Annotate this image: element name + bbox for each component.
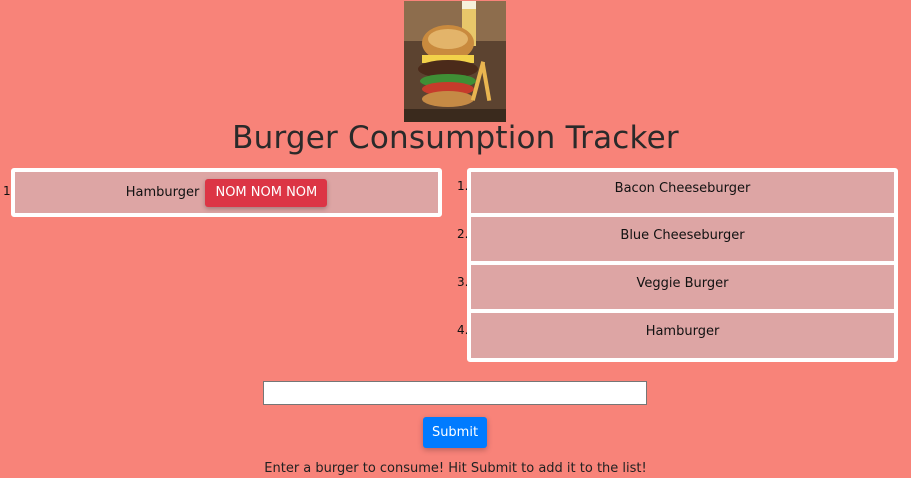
- burger-photo: [404, 1, 506, 122]
- burger-name: Bacon Cheeseburger: [614, 181, 751, 196]
- list-item: Veggie Burger: [471, 265, 894, 309]
- devour-button[interactable]: NOM NOM NOM: [205, 178, 328, 207]
- page-title: Burger Consumption Tracker: [232, 120, 679, 156]
- burger-name: Hamburger: [125, 185, 200, 200]
- help-text: Enter a burger to consume! Hit Submit to…: [264, 461, 647, 476]
- burger-name: Veggie Burger: [636, 276, 729, 291]
- list-item: Hamburger: [471, 313, 894, 358]
- submit-button[interactable]: Submit: [423, 417, 487, 448]
- list-item: Bacon Cheeseburger: [471, 172, 894, 213]
- uneaten-burger-list: Hamburger NOM NOM NOM: [11, 168, 442, 217]
- list-item: Blue Cheeseburger: [471, 217, 894, 261]
- burger-name: Hamburger: [645, 324, 720, 339]
- burger-name-input[interactable]: [263, 381, 647, 405]
- burger-name: Blue Cheeseburger: [620, 228, 745, 243]
- eaten-burger-list: Bacon Cheeseburger Blue Cheeseburger Veg…: [467, 168, 898, 362]
- list-item: Hamburger NOM NOM NOM: [15, 172, 438, 213]
